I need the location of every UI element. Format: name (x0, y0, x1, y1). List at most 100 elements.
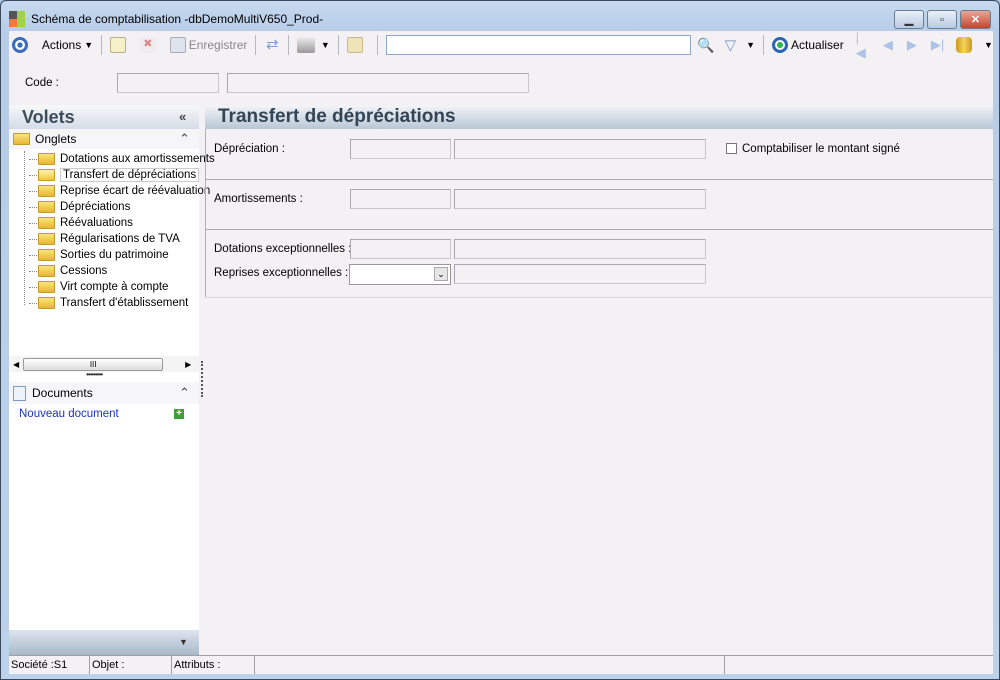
amortissements-description-field[interactable] (454, 189, 706, 209)
tab-item-label: Sorties du patrimoine (60, 249, 169, 261)
scrollbar-thumb[interactable]: III (23, 357, 164, 371)
folder-icon (38, 153, 55, 165)
print-dropdown-icon[interactable]: ▼ (321, 40, 330, 50)
tab-item-label: Reprise écart de réévaluation (60, 185, 211, 197)
search-input[interactable] (385, 35, 692, 55)
tab-item-label: Cessions (60, 265, 108, 277)
amortissements-code-field[interactable] (350, 189, 451, 209)
new-icon[interactable] (110, 37, 126, 53)
search-icon[interactable]: 🔍 (697, 37, 714, 54)
tab-item[interactable]: Transfert d'établissement (29, 295, 188, 311)
tab-item[interactable]: Dépréciations (29, 199, 130, 215)
signed-amount-label[interactable]: Comptabiliser le montant signé (742, 143, 900, 155)
horizontal-scrollbar[interactable]: ◀ III ▶ (9, 356, 199, 372)
tab-item-label: Transfert de dépréciations (60, 168, 200, 182)
collapse-section-icon[interactable]: ⌃ (179, 131, 190, 147)
save-icon (169, 37, 186, 53)
tab-item[interactable]: Dotations aux amortissements (29, 151, 215, 167)
refresh-button[interactable]: Actualiser (772, 37, 844, 53)
folder-icon (38, 281, 55, 293)
divider (205, 297, 993, 298)
database-icon[interactable] (956, 37, 973, 53)
tab-item-label: Dotations aux amortissements (60, 153, 215, 165)
more-panels-icon[interactable]: ▼ (179, 637, 188, 647)
folder-icon (13, 133, 30, 145)
filter-dropdown-icon[interactable]: ▼ (746, 40, 755, 50)
folder-icon (38, 233, 55, 245)
depreciation-code-field[interactable] (350, 139, 451, 159)
client-area: Actions ▼ ✖ Enregistrer ⇄ ▼ 🔍 ▽ ▼ Actuali… (9, 30, 993, 674)
navigation-icon[interactable] (12, 37, 28, 53)
tab-item-label: Transfert d'établissement (60, 297, 189, 309)
refresh-label: Actualiser (791, 38, 844, 52)
depreciation-label: Dépréciation : (214, 143, 285, 155)
dotations-description-field[interactable] (454, 239, 706, 259)
title-bar: Schéma de comptabilisation -dbDemoMultiV… (9, 7, 989, 31)
previous-record-icon[interactable]: ◀ (883, 37, 893, 53)
collapse-sidebar-icon[interactable]: « (179, 105, 186, 129)
toolbar-separator (337, 35, 339, 55)
last-record-icon[interactable]: ▶| (931, 37, 944, 53)
scroll-right-icon[interactable]: ▶ (185, 360, 191, 369)
filter-icon[interactable]: ▽ (725, 36, 737, 54)
tab-item[interactable]: Virt compte à compte (29, 279, 168, 295)
reprises-combo[interactable]: ⌄ (349, 264, 451, 285)
tab-item[interactable]: Réévaluations (29, 215, 133, 231)
tab-item[interactable]: Cessions (29, 263, 107, 279)
dropdown-chevron-icon[interactable]: ⌄ (434, 267, 448, 281)
folder-icon[interactable] (346, 37, 363, 53)
status-societe: Société :S1 (9, 656, 90, 674)
tab-item-label: Dépréciations (60, 201, 131, 213)
tab-item[interactable]: Sorties du patrimoine (29, 247, 169, 263)
delete-icon[interactable]: ✖ (139, 37, 156, 53)
scroll-left-icon[interactable]: ◀ (13, 360, 19, 369)
status-bar: Société :S1 Objet : Attributs : (9, 655, 993, 674)
splitter-grip[interactable]: ••••••••• (86, 370, 103, 379)
add-icon[interactable]: + (174, 409, 184, 419)
toolbar: Actions ▼ ✖ Enregistrer ⇄ ▼ 🔍 ▽ ▼ Actuali… (9, 30, 993, 60)
folder-icon (38, 297, 55, 309)
actions-menu[interactable]: Actions ▼ (42, 38, 93, 52)
save-label: Enregistrer (188, 38, 248, 52)
save-button[interactable]: Enregistrer (169, 37, 248, 53)
tab-item[interactable]: Reprise écart de réévaluation (29, 183, 210, 199)
code-field[interactable] (117, 73, 219, 93)
next-record-icon[interactable]: ▶ (907, 37, 917, 53)
folder-icon (38, 217, 55, 229)
minimize-button[interactable]: ▁ (894, 10, 924, 29)
collapse-section-icon[interactable]: ⌃ (179, 385, 190, 401)
close-button[interactable]: ✕ (960, 10, 991, 29)
folder-icon (38, 265, 55, 277)
status-panel (255, 656, 725, 674)
tab-item-label: Régularisations de TVA (60, 233, 180, 245)
onglets-section-header[interactable]: Onglets ⌃ (9, 129, 199, 149)
application-window: Schéma de comptabilisation -dbDemoMultiV… (0, 0, 1000, 680)
folder-icon (38, 249, 55, 261)
code-label: Code : (25, 77, 59, 89)
sync-icon[interactable]: ⇄ (264, 37, 280, 53)
depreciation-description-field[interactable] (454, 139, 706, 159)
first-record-icon[interactable]: |◀ (856, 30, 869, 61)
tab-item-label: Virt compte à compte (60, 281, 169, 293)
actions-label: Actions (41, 38, 82, 52)
tree-line (29, 270, 37, 272)
app-icon (9, 11, 25, 27)
print-icon[interactable] (297, 37, 315, 53)
database-dropdown-icon[interactable]: ▼ (984, 40, 993, 50)
code-description-field[interactable] (227, 73, 529, 93)
tab-item[interactable]: Transfert de dépréciations (29, 167, 200, 183)
status-objet: Objet : (90, 656, 172, 674)
tab-item[interactable]: Régularisations de TVA (29, 231, 180, 247)
reprises-label: Reprises exceptionnelles : (214, 267, 349, 279)
signed-amount-checkbox[interactable] (726, 143, 737, 154)
tree-line (29, 238, 37, 240)
new-document-link[interactable]: Nouveau document (19, 408, 119, 420)
dotations-code-field[interactable] (350, 239, 451, 259)
tree-line (29, 174, 37, 176)
documents-section-header[interactable]: Documents ⌃ (9, 382, 199, 404)
reprises-description-field[interactable] (454, 264, 706, 284)
maximize-button[interactable]: ▫ (927, 10, 957, 29)
resize-grip[interactable] (725, 656, 993, 674)
panel-splitter[interactable] (201, 361, 203, 397)
documents-title: Documents (32, 386, 93, 400)
